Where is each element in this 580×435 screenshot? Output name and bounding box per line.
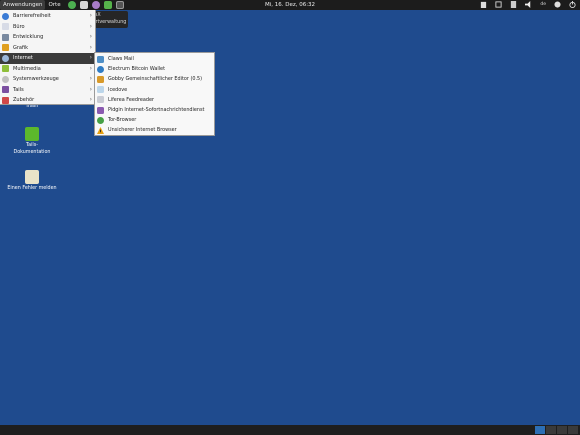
accessibility-icon: [2, 12, 9, 20]
accessories-icon: [2, 96, 9, 104]
icedove-icon: [97, 86, 104, 94]
submenu-item-electrum[interactable]: Electrum Bitcoin Wallet: [95, 64, 214, 74]
places-menu-button[interactable]: Orte: [45, 0, 63, 10]
pidgin-icon: [97, 106, 104, 114]
power-icon[interactable]: [569, 1, 576, 8]
workspace-3[interactable]: [557, 426, 567, 434]
menu-item-barrierefreiheit[interactable]: Barrierefreiheit ›: [0, 11, 95, 22]
submenu-item-label: Tor-Browser: [108, 117, 137, 124]
menu-item-zubehoer[interactable]: Zubehör ›: [0, 95, 95, 106]
submenu-item-tor-browser[interactable]: Tor-Browser: [95, 115, 214, 125]
clock[interactable]: Mi, 16. Dez, 06:32: [265, 2, 315, 8]
menu-item-internet[interactable]: Internet ›: [0, 53, 95, 64]
warning-icon: [97, 126, 104, 134]
volume-icon[interactable]: [525, 1, 532, 8]
top-panel: Anwendungen Orte Mi, 16. Dez, 06:32 de: [0, 0, 580, 10]
submenu-item-label: Liferea Feedreader: [108, 96, 154, 103]
onion-icon[interactable]: [510, 1, 517, 8]
accessibility-icon[interactable]: [554, 1, 561, 8]
keyboard-layout-indicator[interactable]: de: [540, 2, 546, 7]
terminal-launcher-icon[interactable]: [115, 1, 124, 9]
tails-doc-label-line1: Tails-: [26, 143, 38, 148]
submenu-item-label: Unsicherer Internet Browser: [108, 127, 177, 134]
menu-item-label: Barrierefreiheit: [13, 13, 51, 20]
report-error-icon: [25, 170, 39, 184]
gobby-icon: [97, 75, 104, 83]
submenu-item-icedove[interactable]: Icedove: [95, 85, 214, 95]
chevron-right-icon: ›: [89, 64, 92, 72]
applications-menu: Barrierefreiheit › Büro › Entwicklung › …: [0, 10, 96, 105]
chevron-right-icon: ›: [89, 22, 92, 30]
pidgin-launcher-icon[interactable]: [91, 1, 100, 9]
chevron-right-icon: ›: [89, 75, 92, 82]
submenu-item-gobby[interactable]: Gobby Gemeinschaftlicher Editor (0.5): [95, 74, 214, 84]
menu-item-label: Grafik: [13, 44, 29, 51]
menu-item-label: Zubehör: [13, 97, 35, 104]
bottom-panel: [0, 425, 580, 435]
tor-browser-launcher-icon[interactable]: [67, 1, 76, 9]
submenu-item-liferea[interactable]: Liferea Feedreader: [95, 95, 214, 105]
menu-item-multimedia[interactable]: Multimedia ›: [0, 64, 95, 75]
tails-icon: [2, 86, 9, 94]
applications-menu-button[interactable]: Anwendungen: [0, 0, 46, 10]
office-icon: [2, 23, 9, 31]
chevron-right-icon: ›: [89, 33, 92, 40]
internet-globe-icon: [2, 54, 9, 62]
chevron-right-icon: ›: [89, 43, 92, 51]
system-tools-icon: [2, 75, 9, 83]
menu-item-label: Internet: [13, 55, 33, 62]
internet-submenu: Claws Mail Electrum Bitcoin Wallet Gobby…: [94, 52, 215, 136]
report-error-desktop-icon[interactable]: Einen Fehler melden: [2, 170, 62, 192]
menu-item-entwicklung[interactable]: Entwicklung ›: [0, 32, 95, 43]
graphics-icon: [2, 44, 9, 52]
submenu-item-label: Electrum Bitcoin Wallet: [108, 66, 165, 73]
menu-item-systemwerkzeuge[interactable]: Systemwerkzeuge ›: [0, 74, 95, 85]
submenu-item-pidgin[interactable]: Pidgin Internet-Sofortnachrichtendienst: [95, 105, 214, 115]
submenu-item-label: Gobby Gemeinschaftlicher Editor (0.5): [108, 76, 203, 83]
menu-item-label: Systemwerkzeuge: [13, 76, 59, 83]
chevron-right-icon: ›: [89, 85, 92, 93]
chevron-right-icon: ›: [89, 96, 92, 103]
clipboard-icon[interactable]: [480, 1, 487, 8]
submenu-item-claws-mail[interactable]: Claws Mail: [95, 54, 214, 64]
workspace-4[interactable]: [568, 426, 578, 434]
workspace-switcher: [535, 426, 578, 434]
menu-item-label: Büro: [13, 23, 25, 30]
liferea-icon: [97, 96, 104, 104]
chevron-right-icon: ›: [89, 12, 92, 19]
chevron-right-icon: ›: [89, 54, 92, 61]
menu-item-label: Tails: [13, 86, 24, 93]
claws-mail-icon: [97, 55, 104, 63]
tails-installer-launcher-icon[interactable]: [103, 1, 112, 9]
workspace-1[interactable]: [535, 426, 545, 434]
electrum-icon: [97, 65, 104, 73]
submenu-item-label: Pidgin Internet-Sofortnachrichtendienst: [108, 107, 205, 114]
multimedia-icon: [2, 65, 9, 73]
submenu-item-unsafe-browser[interactable]: Unsicherer Internet Browser: [95, 125, 214, 135]
submenu-item-label: Icedove: [108, 86, 128, 93]
menu-item-tails[interactable]: Tails ›: [0, 85, 95, 96]
submenu-item-label: Claws Mail: [108, 56, 134, 63]
development-icon: [2, 33, 9, 41]
menu-item-label: Entwicklung: [13, 34, 44, 41]
report-error-label: Einen Fehler melden: [7, 186, 57, 191]
tails-documentation-desktop-icon[interactable]: Tails- Dokumentation: [2, 127, 62, 156]
workspace-2[interactable]: [546, 426, 556, 434]
tor-browser-icon: [97, 116, 104, 124]
menu-item-grafik[interactable]: Grafik ›: [0, 43, 95, 54]
network-icon[interactable]: [495, 1, 502, 8]
keepassx-launcher-icon[interactable]: [79, 1, 88, 9]
system-tray: de: [480, 1, 576, 8]
menu-item-buero[interactable]: Büro ›: [0, 22, 95, 33]
menu-item-label: Multimedia: [13, 65, 41, 72]
documentation-icon: [25, 127, 39, 141]
launcher-area: [67, 1, 124, 9]
tails-doc-label-line2: Dokumentation: [13, 150, 51, 155]
